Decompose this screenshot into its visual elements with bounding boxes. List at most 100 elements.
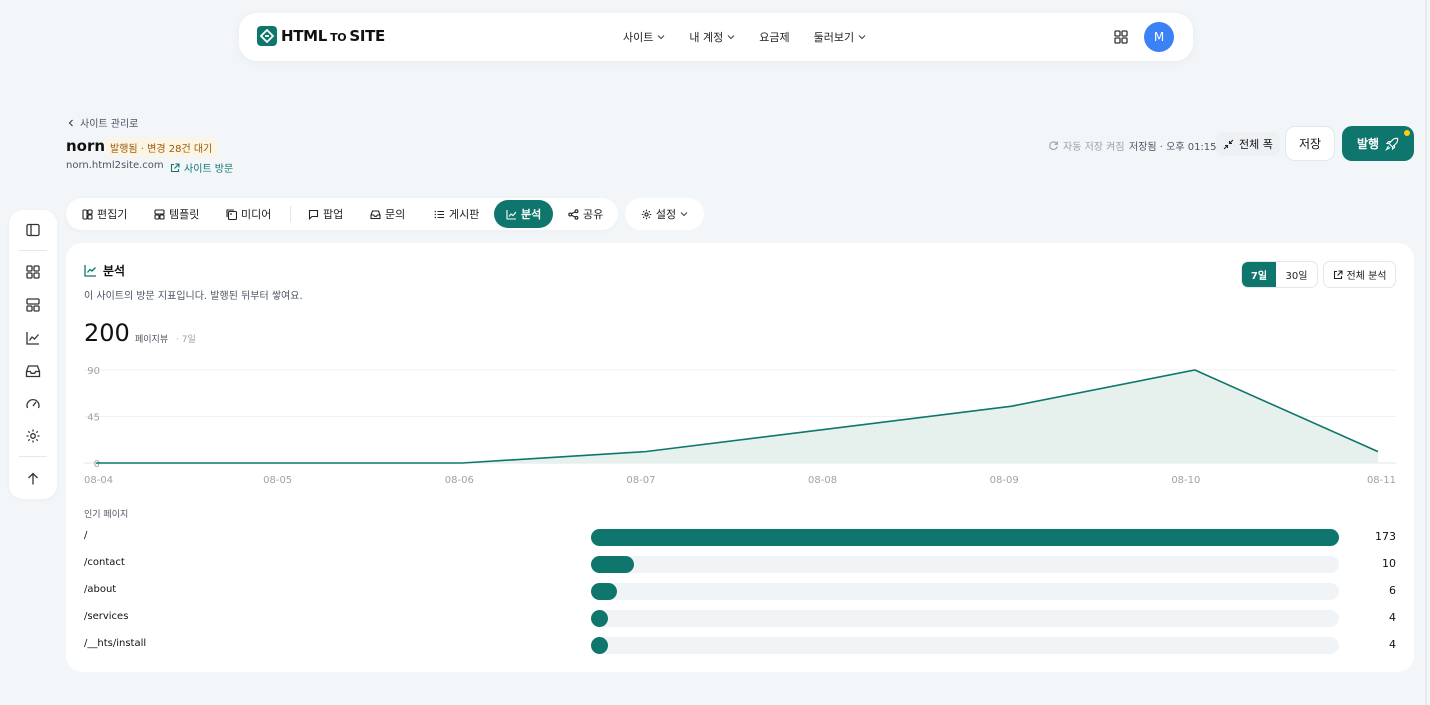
gear-icon[interactable] xyxy=(25,428,41,444)
page-path: / xyxy=(84,530,88,541)
tab-editor[interactable]: 편집기 xyxy=(74,200,135,228)
top-navbar: HTML TO SITE 사이트 내 계정 요금제 둘러보기 M xyxy=(239,13,1193,61)
media-icon xyxy=(226,208,237,220)
page-row: / 173 xyxy=(66,529,1414,547)
unpublished-dot xyxy=(1404,130,1410,136)
chevron-down-icon xyxy=(657,35,665,40)
page-row: /__hts/install 4 xyxy=(66,637,1414,655)
autosave-status[interactable]: 자동 저장 켜짐 xyxy=(1048,138,1125,153)
nav-account[interactable]: 내 계정 xyxy=(689,29,735,45)
tab-popups[interactable]: 팝업 xyxy=(300,200,351,228)
logo-icon xyxy=(257,26,277,46)
layout-icon[interactable] xyxy=(25,264,41,280)
template-icon[interactable] xyxy=(25,297,41,313)
tab-share[interactable]: 공유 xyxy=(560,200,611,228)
tab-inquiries[interactable]: 문의 xyxy=(362,200,413,228)
nav-explore[interactable]: 둘러보기 xyxy=(814,29,866,45)
publish-button[interactable]: 발행 xyxy=(1342,126,1414,161)
x-tick-label: 08-11 xyxy=(1367,475,1396,486)
chart-icon[interactable] xyxy=(25,330,41,346)
y-tick-label: 0 xyxy=(94,459,100,470)
page-path: /contact xyxy=(84,557,125,568)
tab-media[interactable]: 미디어 xyxy=(218,200,279,228)
status-badge: 발행됨 · 변경 28건 대기 xyxy=(105,138,218,157)
gear-icon xyxy=(641,209,652,219)
site-domain: norn.html2site.com xyxy=(66,160,164,171)
page-bar xyxy=(591,610,609,627)
tab-board[interactable]: 게시판 xyxy=(426,200,487,228)
page-row: /about 6 xyxy=(66,583,1414,601)
arrow-up-icon[interactable] xyxy=(25,471,41,487)
chevron-down-icon xyxy=(680,212,688,217)
scrollbar-track[interactable] xyxy=(1425,0,1427,705)
sidebar-toggle-icon[interactable] xyxy=(25,222,41,238)
page-count: 4 xyxy=(1389,638,1396,651)
tab-divider xyxy=(290,206,291,222)
chevron-down-icon xyxy=(858,35,866,40)
list-icon xyxy=(434,210,444,218)
rail-divider xyxy=(19,456,47,457)
full-analytics-button[interactable]: 전체 분석 xyxy=(1323,261,1396,288)
page-bar-track xyxy=(591,610,1339,627)
page-bar-track xyxy=(591,556,1339,573)
pageview-total: 200 xyxy=(84,319,130,347)
avatar[interactable]: M xyxy=(1144,22,1174,52)
chart-icon xyxy=(84,265,96,277)
fullwidth-button[interactable]: 전체 폭 xyxy=(1216,132,1280,156)
collapse-icon xyxy=(1223,139,1234,149)
rail-divider xyxy=(19,250,47,251)
tab-analytics[interactable]: 분석 xyxy=(494,200,554,228)
logo-text: HTML TO SITE xyxy=(281,27,386,45)
saved-timestamp: 저장됨 · 오후 01:15 xyxy=(1129,142,1217,153)
card-title: 분석 xyxy=(84,262,125,279)
chevron-down-icon xyxy=(727,35,735,40)
visit-site-link[interactable]: 사이트 방문 xyxy=(170,160,233,175)
x-tick-label: 08-09 xyxy=(990,475,1019,486)
y-tick-label: 90 xyxy=(87,366,100,377)
apps-grid-icon[interactable] xyxy=(1113,29,1129,45)
page-bar-track xyxy=(591,583,1339,600)
x-tick-label: 08-07 xyxy=(626,475,655,486)
back-link-label: 사이트 관리로 xyxy=(80,119,139,130)
range-toggle: 7일 30일 xyxy=(1241,261,1318,288)
pageview-range: · 7일 xyxy=(176,335,196,345)
back-link[interactable]: 사이트 관리로 xyxy=(67,115,138,130)
inbox-icon[interactable] xyxy=(25,363,41,379)
external-link-icon xyxy=(170,162,180,172)
page-count: 6 xyxy=(1389,584,1396,597)
page-count: 10 xyxy=(1382,557,1396,570)
tab-bar: 편집기 템플릿 미디어 팝업 문의 게시판 분석 공유 xyxy=(66,198,618,230)
card-subtitle: 이 사이트의 방문 지표입니다. 발행된 뒤부터 쌓여요. xyxy=(84,291,303,302)
pageview-chart: 0 45 90 08-04 08-05 08-06 08-07 08-08 08-09 08-10… xyxy=(84,366,1396,486)
page-bar-track xyxy=(591,529,1339,546)
chevron-left-icon xyxy=(68,119,73,126)
page-row: /contact 10 xyxy=(66,556,1414,574)
tab-templates[interactable]: 템플릿 xyxy=(146,200,207,228)
y-tick-label: 45 xyxy=(87,413,100,424)
nav-pricing[interactable]: 요금제 xyxy=(759,29,789,45)
x-tick-label: 08-06 xyxy=(445,475,474,486)
page-bar xyxy=(591,583,617,600)
popular-pages-title: 인기 페이지 xyxy=(84,510,129,520)
page-bar xyxy=(591,529,1339,546)
chart-icon xyxy=(506,209,517,220)
main-nav: 사이트 내 계정 요금제 둘러보기 xyxy=(623,29,866,45)
save-button[interactable]: 저장 xyxy=(1285,126,1335,161)
external-link-icon xyxy=(1333,269,1343,279)
logo[interactable]: HTML TO SITE xyxy=(257,26,385,46)
page-path: /about xyxy=(84,584,117,595)
inbox-icon xyxy=(370,209,381,219)
page-bar-track xyxy=(591,637,1339,654)
chat-icon xyxy=(308,209,319,220)
refresh-icon xyxy=(1049,141,1058,150)
left-rail xyxy=(9,210,57,499)
x-tick-label: 08-08 xyxy=(808,475,837,486)
range-7d-button[interactable]: 7일 xyxy=(1242,262,1276,287)
x-tick-label: 08-10 xyxy=(1171,475,1200,486)
range-30d-button[interactable]: 30일 xyxy=(1276,262,1317,287)
page-bar xyxy=(591,637,609,654)
nav-sites[interactable]: 사이트 xyxy=(623,29,665,45)
settings-dropdown[interactable]: 설정 xyxy=(625,198,704,230)
gauge-icon[interactable] xyxy=(25,396,41,412)
page-path: /__hts/install xyxy=(84,638,147,649)
